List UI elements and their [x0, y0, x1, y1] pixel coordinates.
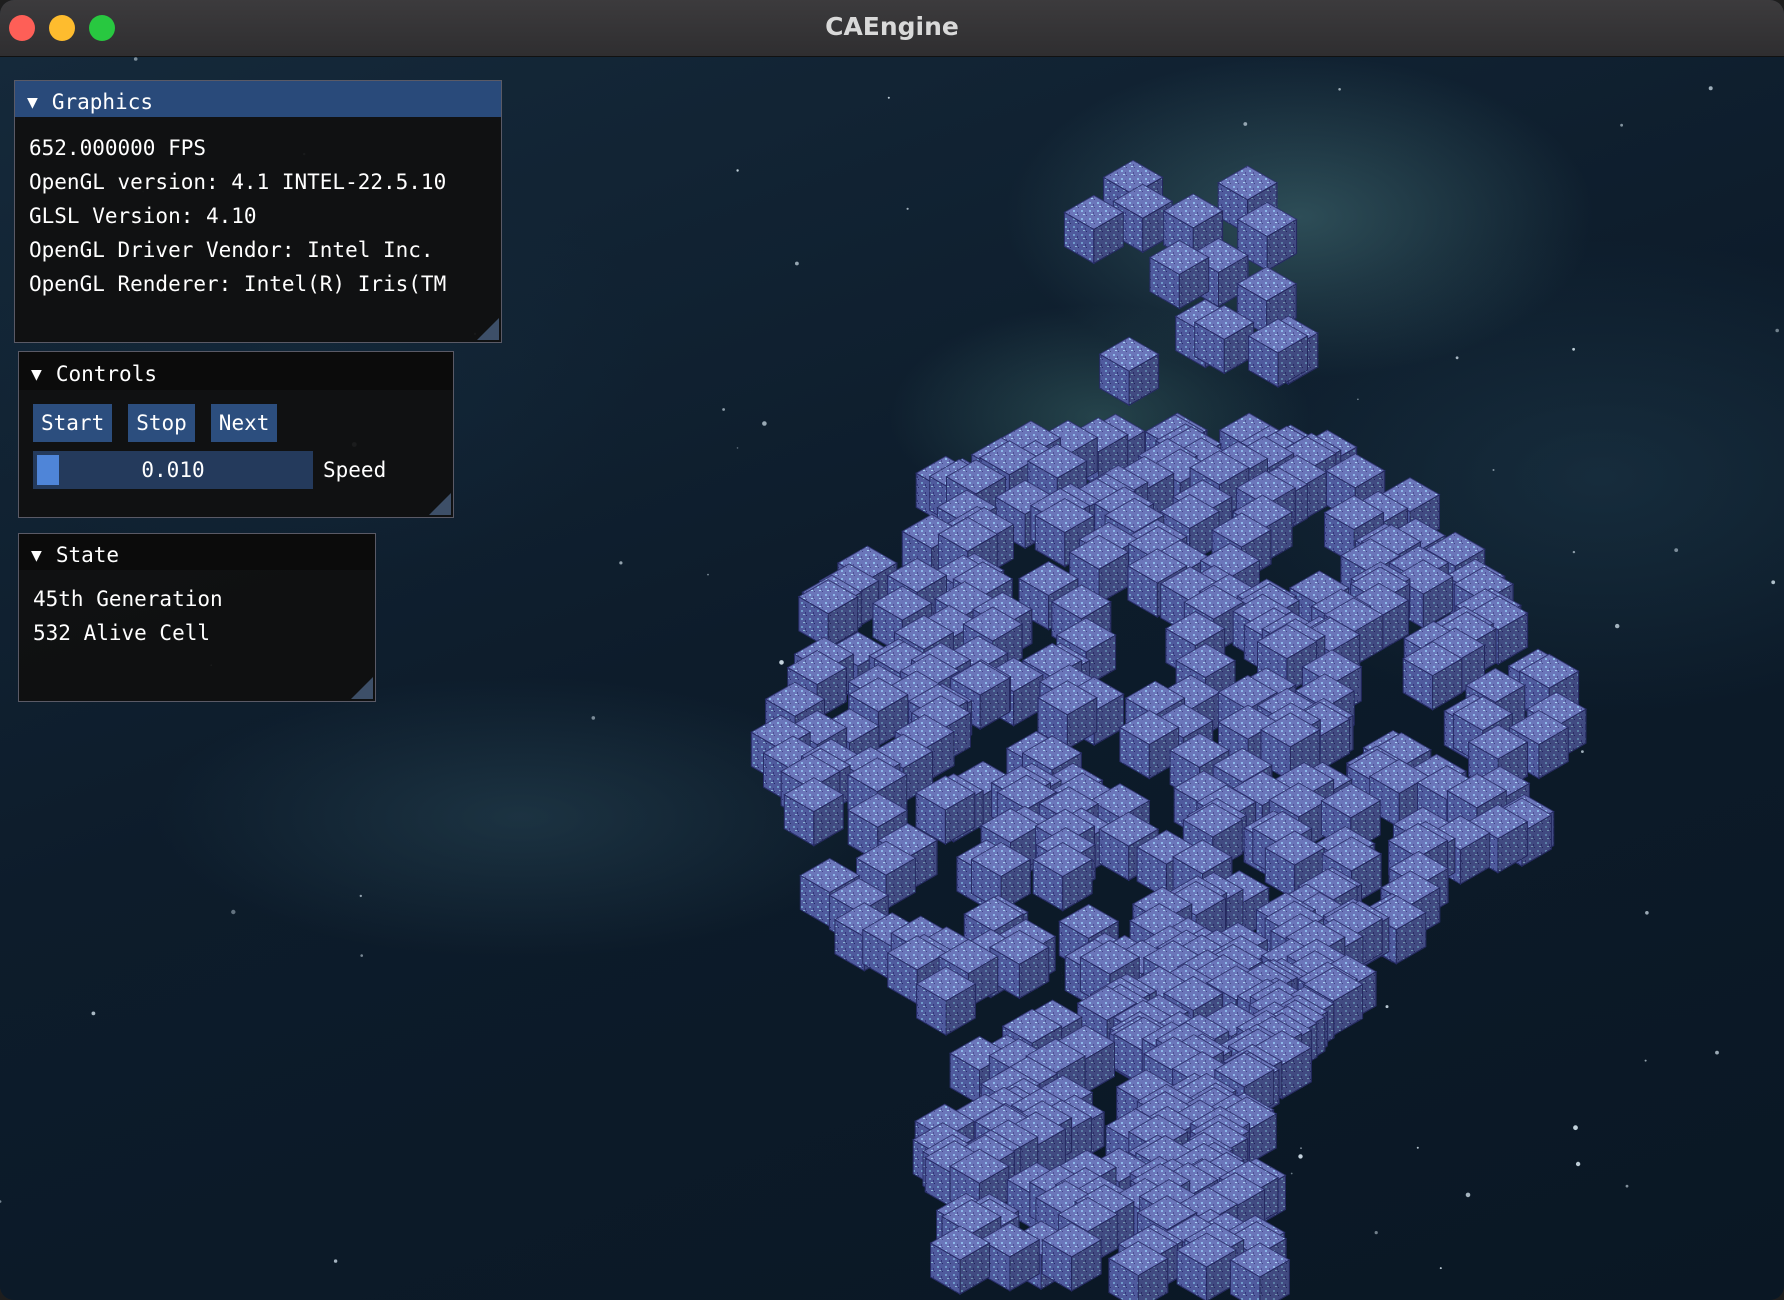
speed-value: 0.010 [141, 458, 205, 482]
star [0, 1200, 2, 1203]
speed-label: Speed [323, 458, 387, 482]
star [707, 573, 709, 576]
graphics-panel-title: Graphics [51, 90, 153, 114]
star [1243, 122, 1248, 126]
star [1290, 1172, 1293, 1175]
star [1338, 88, 1341, 91]
star [1615, 623, 1620, 629]
state-panel-title: State [55, 543, 120, 567]
star [333, 1259, 338, 1263]
star [360, 954, 364, 957]
fps-readout: 652.000000 FPS [29, 136, 207, 160]
cube-cluster [750, 159, 1587, 1300]
next-button[interactable]: Next [210, 404, 278, 442]
star [762, 421, 767, 426]
star [795, 261, 799, 266]
cell-cube [1098, 336, 1160, 407]
stop-button[interactable]: Stop [128, 404, 195, 442]
star [736, 447, 739, 449]
title-bar: CAEngine [0, 0, 1784, 57]
resize-grip-icon[interactable] [429, 493, 451, 515]
resize-grip-icon[interactable] [477, 318, 499, 340]
star [619, 561, 623, 565]
opengl-version-text: OpenGL version: 4.1 INTEL-22.5.10 [29, 170, 447, 194]
state-panel-header[interactable]: ▼ State [19, 534, 375, 570]
star [1581, 750, 1584, 753]
star [1374, 1231, 1378, 1235]
star [1771, 580, 1776, 585]
collapse-triangle-icon[interactable]: ▼ [31, 545, 42, 566]
controls-panel[interactable]: ▼ Controls Start Stop Next 0.010 Speed [18, 351, 454, 518]
star [133, 57, 138, 61]
star [1572, 550, 1576, 554]
state-panel[interactable]: ▼ State 45th Generation 532 Alive Cell [18, 533, 376, 702]
star [1645, 911, 1649, 915]
star [1492, 469, 1495, 471]
glsl-version-text: GLSL Version: 4.10 [29, 204, 257, 228]
renderer-text: OpenGL Renderer: Intel(R) Iris(TM [29, 272, 447, 296]
star [1715, 1050, 1719, 1055]
star [1620, 123, 1623, 127]
controls-panel-title: Controls [55, 362, 157, 386]
app-window: CAEngine ▼ Graphics 652.000000 FPS OpenG… [0, 0, 1784, 1300]
star [1300, 1147, 1302, 1150]
star [1455, 356, 1459, 360]
star [1708, 86, 1713, 91]
star [231, 909, 236, 915]
collapse-triangle-icon[interactable]: ▼ [31, 364, 42, 385]
star [91, 1011, 96, 1016]
resize-grip-icon[interactable] [351, 677, 373, 699]
star [1674, 548, 1679, 552]
star [722, 408, 725, 411]
star [887, 96, 890, 99]
driver-vendor-text: OpenGL Driver Vendor: Intel Inc. [29, 238, 434, 262]
star [1625, 1184, 1629, 1188]
star [1357, 398, 1359, 401]
generation-text: 45th Generation [33, 587, 223, 611]
star [1416, 1146, 1419, 1149]
star [1465, 1192, 1471, 1198]
star [1644, 1059, 1647, 1062]
star [1385, 1005, 1389, 1009]
star [359, 894, 362, 898]
graphics-panel-header[interactable]: ▼ Graphics [15, 81, 501, 117]
star [1572, 347, 1575, 351]
star [1439, 1267, 1442, 1270]
window-title: CAEngine [825, 12, 959, 41]
start-button[interactable]: Start [33, 404, 113, 442]
star [1298, 1154, 1303, 1159]
star [779, 660, 784, 665]
alive-cell-count: 532 Alive Cell [33, 621, 211, 645]
render-viewport[interactable]: ▼ Graphics 652.000000 FPS OpenGL version… [0, 57, 1784, 1300]
graphics-panel[interactable]: ▼ Graphics 652.000000 FPS OpenGL version… [14, 80, 502, 343]
star [1775, 328, 1779, 333]
star [1575, 1161, 1581, 1167]
star [591, 716, 596, 720]
speed-slider[interactable]: 0.010 [33, 451, 313, 489]
star [906, 207, 909, 210]
controls-panel-header[interactable]: ▼ Controls [19, 352, 453, 390]
star [736, 169, 739, 172]
collapse-triangle-icon[interactable]: ▼ [27, 92, 38, 113]
star [1573, 1125, 1578, 1131]
